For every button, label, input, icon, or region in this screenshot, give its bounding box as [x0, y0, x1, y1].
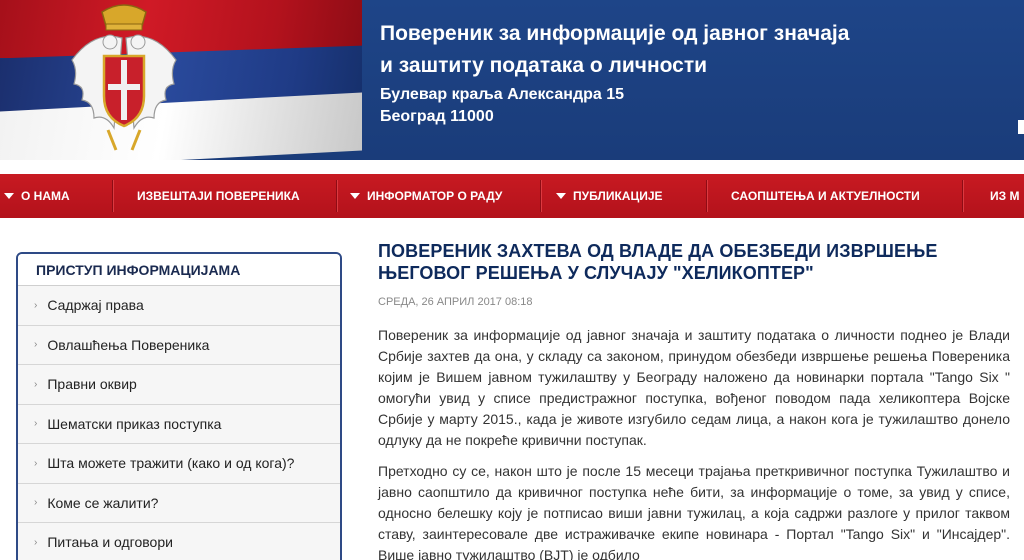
sidebar-item-label: Питања и одговори — [47, 534, 173, 551]
nav-label: ИЗ М — [990, 189, 1020, 203]
sidebar-item-legal-framework[interactable]: › Правни оквир — [18, 365, 340, 405]
sidebar-item-complaints[interactable]: › Коме се жалити? — [18, 483, 340, 523]
nav-item-more[interactable]: ИЗ М — [990, 174, 1019, 218]
nav-bar: О НАМА ИЗВЕШТАЈИ ПОВЕРЕНИКА ИНФОРМАТОР О… — [0, 174, 1024, 218]
chevron-down-icon — [556, 193, 566, 199]
nav-item-informator[interactable]: ИНФОРМАТОР О РАДУ — [350, 174, 502, 218]
sidebar-item-faq[interactable]: › Питања и одговори — [18, 523, 340, 560]
chevron-right-icon: › — [34, 457, 38, 469]
sidebar-item-label: Шематски приказ поступка — [47, 415, 222, 432]
nav-label: ИНФОРМАТОР О РАДУ — [367, 189, 503, 203]
main-navigation: О НАМА ИЗВЕШТАЈИ ПОВЕРЕНИКА ИНФОРМАТОР О… — [0, 160, 1024, 232]
sidebar-item-label: Садржај права — [47, 297, 144, 314]
chevron-right-icon: › — [34, 299, 38, 311]
nav-item-about[interactable]: О НАМА — [4, 174, 70, 218]
article-title: ПОВЕРЕНИК ЗАХТЕВА ОД ВЛАДЕ ДА ОБЕЗБЕДИ И… — [378, 241, 938, 283]
article-date: СРЕДА, 26 АПРИЛ 2017 08:18 — [378, 296, 533, 308]
sidebar-item-what-to-request[interactable]: › Шта можете тражити (како и од кога)? — [18, 444, 340, 484]
sidebar-access-info: ПРИСТУП ИНФОРМАЦИЈАМА › Садржај права › … — [16, 252, 342, 560]
sidebar-item-powers[interactable]: › Овлашћења Повереника — [18, 325, 340, 365]
header-edge-decoration — [1018, 120, 1024, 134]
address-city: Београд 11000 — [380, 108, 494, 125]
chevron-right-icon: › — [34, 418, 38, 430]
sidebar-item-rights[interactable]: › Садржај права — [18, 286, 340, 326]
sidebar-title: ПРИСТУП ИНФОРМАЦИЈАМА — [18, 254, 340, 286]
chevron-right-icon: › — [34, 339, 38, 351]
sidebar-item-procedure-diagram[interactable]: › Шематски приказ поступка — [18, 404, 340, 444]
nav-label: О НАМА — [21, 189, 70, 203]
sidebar-item-label: Овлашћења Повереника — [47, 336, 210, 353]
article-paragraph: Претходно су се, након што је после 15 м… — [378, 463, 1010, 560]
site-header: Повереник за информације од јавног знача… — [0, 0, 1024, 160]
sidebar-item-label: Шта можете тражити (како и од кога)? — [47, 455, 295, 472]
address-street: Булевар краља Александра 15 — [380, 86, 625, 103]
coat-of-arms-icon — [71, 4, 177, 151]
sidebar-item-label: Правни оквир — [47, 376, 137, 393]
nav-label: ИЗВЕШТАЈИ ПОВЕРЕНИКА — [137, 189, 300, 203]
article: ПОВЕРЕНИК ЗАХТЕВА ОД ВЛАДЕ ДА ОБЕЗБЕДИ И… — [378, 240, 1010, 560]
nav-label: САОПШТЕЊА И АКТУЕЛНОСТИ — [731, 189, 920, 203]
chevron-down-icon — [4, 193, 14, 199]
nav-item-reports[interactable]: ИЗВЕШТАЈИ ПОВЕРЕНИКА — [137, 174, 300, 218]
nav-item-news[interactable]: САОПШТЕЊА И АКТУЕЛНОСТИ — [731, 174, 920, 218]
chevron-right-icon: › — [34, 378, 38, 390]
nav-label: ПУБЛИКАЦИЈЕ — [573, 189, 663, 203]
nav-item-publications[interactable]: ПУБЛИКАЦИЈЕ — [556, 174, 663, 218]
sidebar-item-label: Коме се жалити? — [47, 494, 159, 511]
chevron-down-icon — [350, 193, 360, 199]
site-title-line2: и заштиту података о личности — [380, 54, 708, 77]
serbian-flag-banner — [0, 0, 362, 160]
site-title-line1: Повереник за информације од јавног знача… — [380, 22, 850, 45]
article-paragraph: Повереник за информације од јавног знача… — [378, 327, 1010, 448]
chevron-right-icon: › — [34, 497, 38, 509]
chevron-right-icon: › — [34, 536, 38, 548]
